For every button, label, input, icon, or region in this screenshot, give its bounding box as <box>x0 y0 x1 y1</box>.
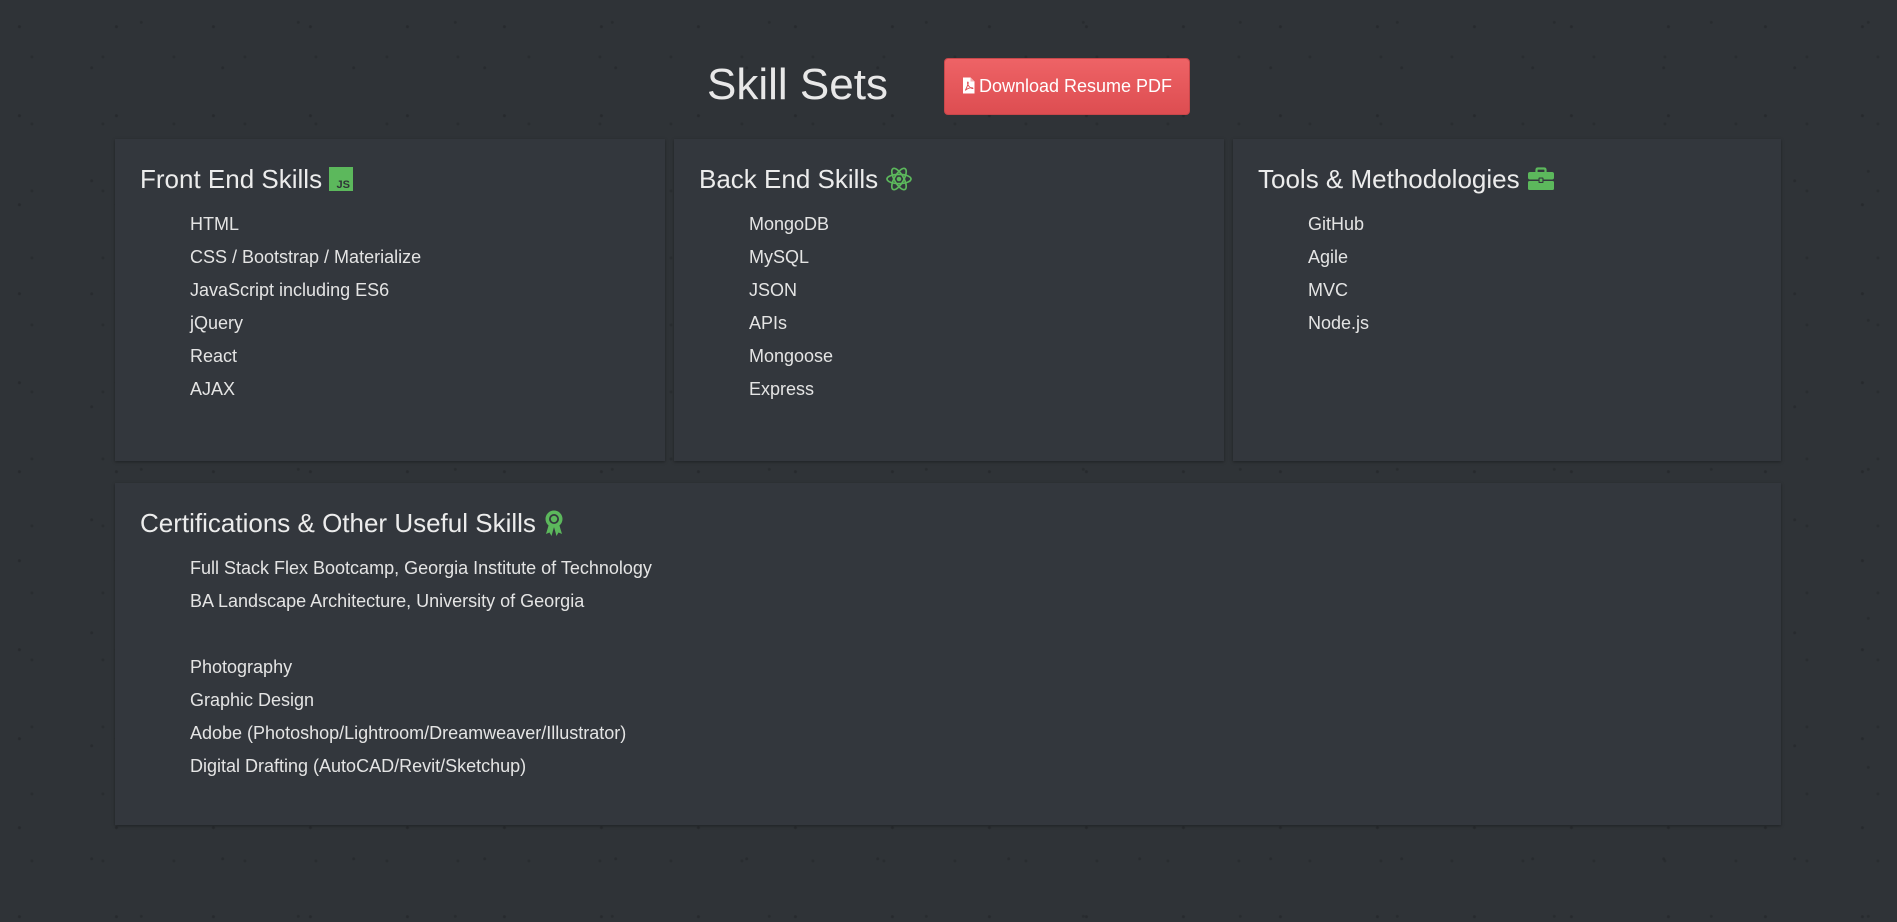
list-item: Digital Drafting (AutoCAD/Revit/Sketchup… <box>190 756 527 776</box>
certifications-card: Certifications & Other Useful Skills Ful… <box>115 483 1781 825</box>
tools-methodologies-heading: Tools & Methodologies <box>1258 161 1756 197</box>
front-end-skills-heading: Front End Skills JS <box>140 161 640 197</box>
header: Skill Sets Download Resume PDF <box>0 58 1897 116</box>
tools-methodologies-title: Tools & Methodologies <box>1258 164 1520 194</box>
list-item: Adobe (Photoshop/Lightroom/Dreamweaver/I… <box>190 723 627 743</box>
list-item: Express <box>749 379 815 399</box>
list-item: Full Stack Flex Bootcamp, Georgia Instit… <box>190 558 652 578</box>
js-icon: JS <box>329 167 354 191</box>
svg-text:JS: JS <box>337 179 350 191</box>
list-item: JavaScript including ES6 <box>190 280 390 300</box>
list-item: Photography <box>190 657 293 677</box>
list-spacer <box>190 618 1756 651</box>
list-item: HTML <box>190 214 239 234</box>
tools-skill-list: GitHub Agile MVC Node.js <box>1258 208 1756 340</box>
page-title: Skill Sets <box>707 60 888 109</box>
back-end-skills-title: Back End Skills <box>699 164 879 194</box>
award-icon <box>543 509 565 537</box>
front-end-skills-title: Front End Skills <box>140 164 323 194</box>
toolbox-icon <box>1527 167 1555 191</box>
list-item: BA Landscape Architecture, University of… <box>190 591 585 611</box>
list-item: GitHub <box>1308 214 1365 234</box>
list-item: Mongoose <box>749 346 834 366</box>
certifications-skill-list: Full Stack Flex Bootcamp, Georgia Instit… <box>140 552 1756 783</box>
front-end-skills-card: Front End Skills JS HTML CSS / Bootstrap… <box>115 139 665 461</box>
list-item: Agile <box>1308 247 1349 267</box>
file-pdf-icon <box>962 77 975 94</box>
back-end-skill-list: MongoDB MySQL JSON APIs Mongoose Express <box>699 208 1199 406</box>
back-end-skills-heading: Back End Skills <box>699 161 1199 197</box>
list-item: MVC <box>1308 280 1348 300</box>
react-atom-icon <box>885 166 913 192</box>
download-resume-button[interactable]: Download Resume PDF <box>944 58 1190 115</box>
back-end-skills-card: Back End Skills MongoDB MySQL JSON APIs … <box>674 139 1224 461</box>
list-item: AJAX <box>190 379 236 399</box>
list-item: APIs <box>749 313 788 333</box>
list-item: Graphic Design <box>190 690 315 710</box>
list-item: jQuery <box>190 313 244 333</box>
list-item: MySQL <box>749 247 810 267</box>
list-item: MongoDB <box>749 214 830 234</box>
download-resume-label: Download Resume PDF <box>978 76 1173 96</box>
list-item: Node.js <box>1308 313 1370 333</box>
front-end-skill-list: HTML CSS / Bootstrap / Materialize JavaS… <box>140 208 640 406</box>
certifications-title: Certifications & Other Useful Skills <box>140 508 536 538</box>
list-item: CSS / Bootstrap / Materialize <box>190 247 422 267</box>
tools-methodologies-card: Tools & Methodologies GitHub Agile MVC N… <box>1233 139 1781 461</box>
certifications-heading: Certifications & Other Useful Skills <box>140 505 1756 541</box>
list-item: React <box>190 346 238 366</box>
list-item: JSON <box>749 280 798 300</box>
